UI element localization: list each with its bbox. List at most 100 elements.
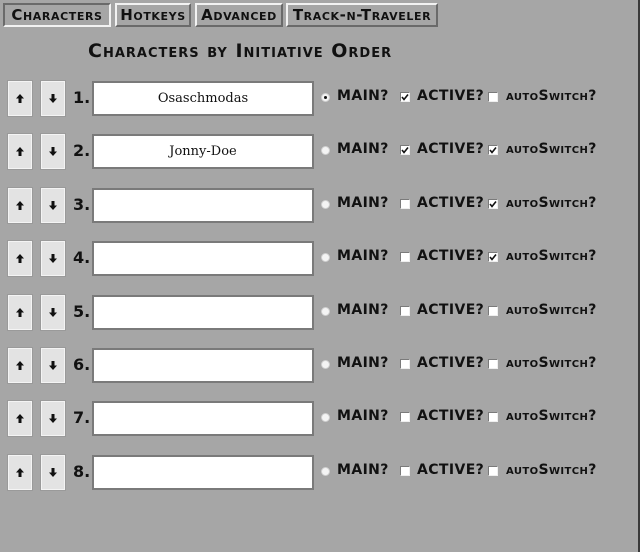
character-name-input[interactable] (92, 401, 314, 437)
character-row: 7. MAIN? ACTIVE? autoSwitch? (0, 400, 640, 438)
active-label: ACTIVE? (417, 301, 485, 318)
arrow-down-icon (49, 254, 57, 264)
arrow-down-icon (49, 414, 57, 424)
active-label: ACTIVE? (417, 88, 485, 104)
main-radio[interactable] (321, 360, 330, 369)
main-label: MAIN? (337, 408, 389, 425)
active-checkbox[interactable] (400, 198, 410, 209)
move-up-button[interactable] (7, 133, 33, 171)
autoswitch-checkbox[interactable] (488, 359, 498, 369)
move-down-button[interactable] (40, 240, 66, 278)
active-checkbox[interactable] (400, 92, 410, 102)
character-row: 5. MAIN? ACTIVE? autoSwitch? (0, 293, 640, 331)
arrow-down-icon (49, 361, 57, 370)
arrow-up-icon (16, 147, 24, 157)
move-down-button[interactable] (40, 293, 66, 331)
move-down-button[interactable] (40, 133, 66, 171)
active-checkbox[interactable] (400, 305, 410, 316)
initiative-number: 8. (73, 461, 91, 481)
arrow-up-icon (16, 467, 24, 477)
active-checkbox[interactable] (400, 465, 410, 476)
main-label: MAIN? (337, 141, 389, 158)
arrow-up-icon (16, 200, 24, 210)
active-label: ACTIVE? (417, 141, 485, 158)
arrow-up-icon (16, 94, 24, 103)
active-label: ACTIVE? (417, 194, 485, 211)
move-down-button[interactable] (40, 347, 66, 384)
initiative-number: 2. (73, 141, 91, 161)
tab-characters[interactable]: Characters (3, 3, 111, 27)
tab-advanced[interactable]: Advanced (195, 3, 283, 27)
character-row: 3. MAIN? ACTIVE? autoSwitch? (0, 186, 640, 224)
page-title: Characters by Initiative Order (88, 40, 393, 62)
active-checkbox[interactable] (400, 145, 410, 156)
move-down-button[interactable] (40, 453, 66, 491)
autoswitch-label: autoSwitch? (506, 141, 597, 158)
move-up-button[interactable] (7, 453, 33, 491)
arrow-down-icon (49, 94, 57, 103)
move-up-button[interactable] (7, 80, 33, 117)
character-name-input[interactable] (92, 294, 314, 330)
character-name-input[interactable] (92, 348, 314, 383)
arrow-down-icon (49, 307, 57, 317)
character-row: 4. MAIN? ACTIVE? autoSwitch? (0, 240, 640, 278)
move-up-button[interactable] (7, 400, 33, 438)
active-label: ACTIVE? (417, 461, 485, 478)
main-radio[interactable] (321, 413, 330, 423)
main-radio[interactable] (321, 199, 330, 209)
move-down-button[interactable] (40, 400, 66, 438)
autoswitch-checkbox[interactable] (488, 198, 498, 209)
main-label: MAIN? (337, 301, 389, 318)
active-checkbox[interactable] (400, 412, 410, 423)
character-row: 2. MAIN? ACTIVE? autoSwitch? (0, 133, 640, 171)
move-up-button[interactable] (7, 186, 33, 224)
autoswitch-label: autoSwitch? (506, 248, 597, 265)
main-radio[interactable] (321, 306, 330, 316)
move-up-button[interactable] (7, 347, 33, 384)
active-checkbox[interactable] (400, 252, 410, 263)
main-label: MAIN? (337, 248, 389, 265)
check-icon (489, 200, 497, 208)
move-down-button[interactable] (40, 186, 66, 224)
main-radio[interactable] (321, 253, 330, 263)
character-name-input[interactable] (92, 454, 314, 490)
check-icon (489, 254, 497, 261)
move-down-button[interactable] (40, 80, 66, 117)
tab-hotkeys[interactable]: Hotkeys (115, 3, 191, 27)
character-name-input[interactable] (92, 187, 314, 223)
arrow-down-icon (49, 467, 57, 477)
autoswitch-checkbox[interactable] (488, 412, 498, 423)
check-icon (401, 147, 409, 155)
move-up-button[interactable] (7, 240, 33, 278)
autoswitch-checkbox[interactable] (488, 252, 498, 263)
initiative-number: 1. (73, 88, 91, 107)
arrow-up-icon (16, 414, 24, 424)
active-checkbox[interactable] (400, 359, 410, 369)
autoswitch-checkbox[interactable] (488, 465, 498, 476)
arrow-down-icon (49, 147, 57, 157)
character-row: 8. MAIN? ACTIVE? autoSwitch? (0, 453, 640, 491)
character-name-input[interactable] (92, 241, 314, 277)
autoswitch-label: autoSwitch? (506, 355, 597, 371)
main-radio[interactable] (321, 93, 330, 102)
main-label: MAIN? (337, 88, 389, 104)
active-label: ACTIVE? (417, 355, 485, 371)
autoswitch-label: autoSwitch? (506, 408, 597, 425)
character-row: 1. MAIN? ACTIVE? autoSwitch? (0, 80, 640, 117)
main-radio[interactable] (321, 466, 330, 476)
character-name-input[interactable] (92, 81, 314, 116)
autoswitch-label: autoSwitch? (506, 461, 597, 478)
main-radio[interactable] (321, 146, 330, 156)
autoswitch-checkbox[interactable] (488, 92, 498, 102)
arrow-up-icon (16, 307, 24, 317)
autoswitch-checkbox[interactable] (488, 145, 498, 156)
check-icon (489, 147, 497, 155)
initiative-number: 6. (73, 355, 91, 374)
character-name-input[interactable] (92, 134, 314, 170)
tab-track-n-traveler[interactable]: Track-n-Traveler (286, 3, 438, 27)
main-label: MAIN? (337, 355, 389, 371)
check-icon (401, 94, 409, 101)
move-up-button[interactable] (7, 293, 33, 331)
autoswitch-checkbox[interactable] (488, 305, 498, 316)
main-label: MAIN? (337, 461, 389, 478)
